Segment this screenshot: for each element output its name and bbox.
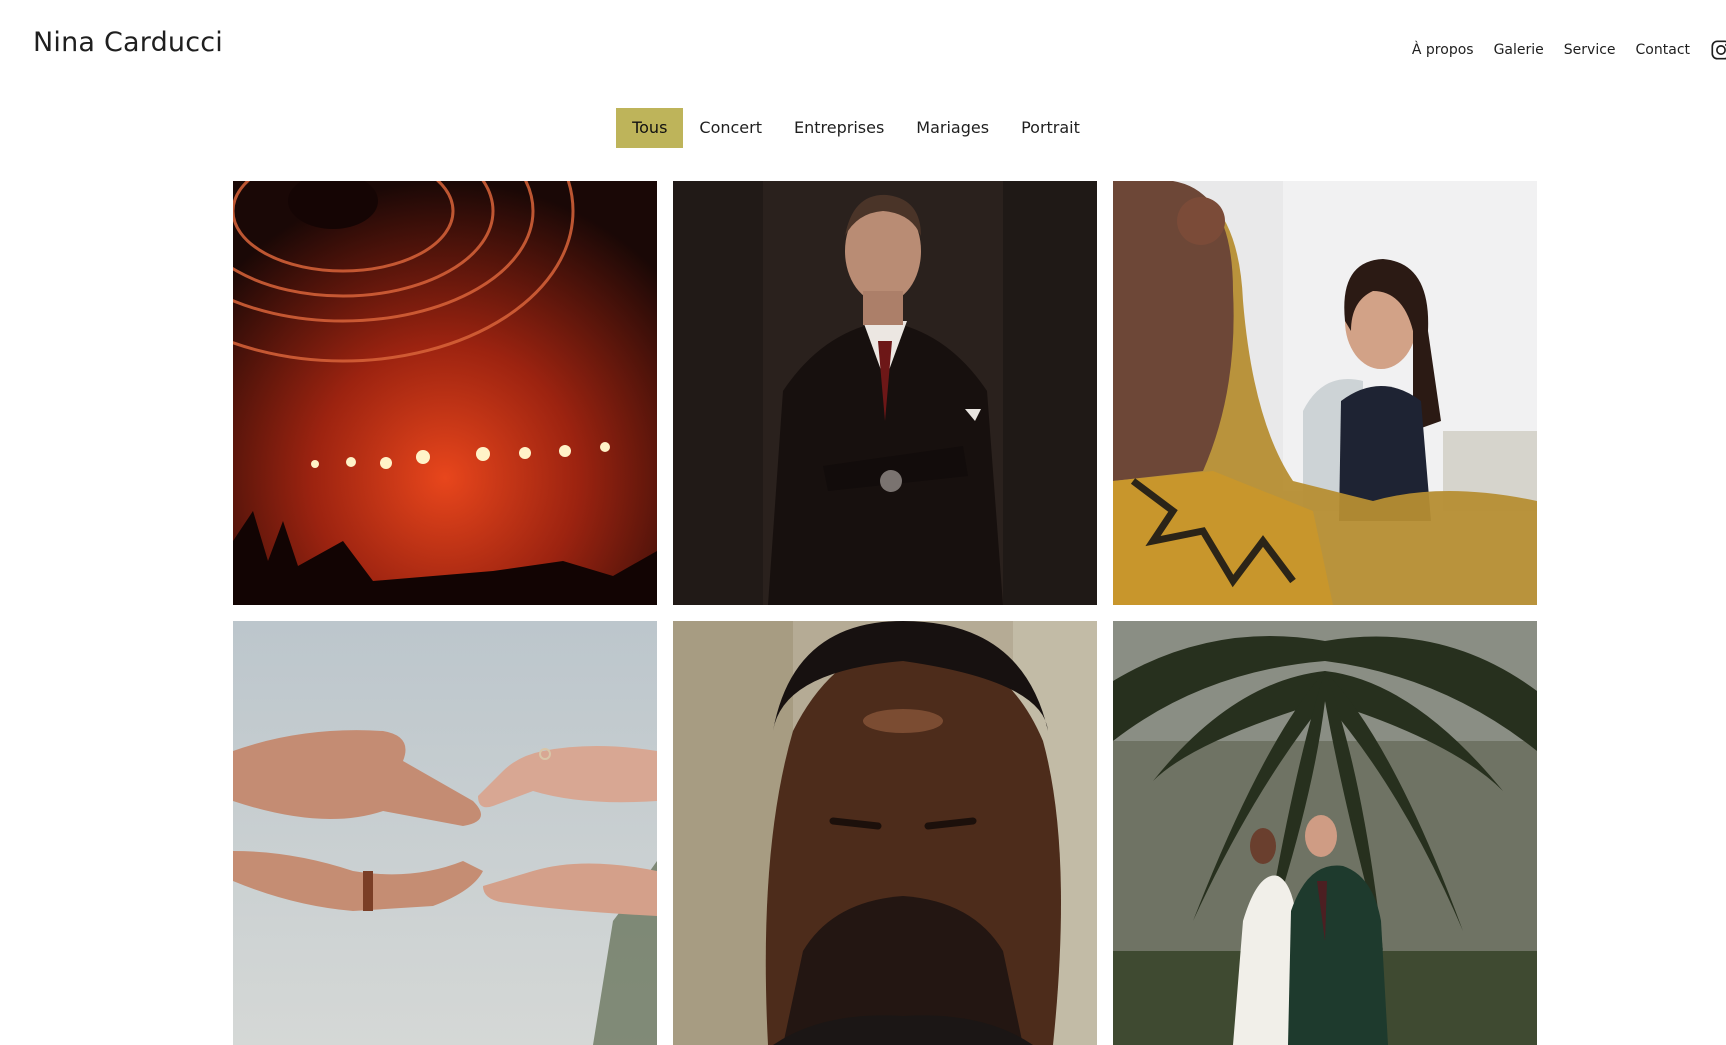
photo-gallery: [233, 181, 1537, 1045]
main-nav: À propos Galerie Service Contact: [1412, 39, 1726, 61]
filter-tous[interactable]: Tous: [616, 108, 684, 148]
filter-entreprises[interactable]: Entreprises: [778, 108, 900, 148]
nav-link-contact[interactable]: Contact: [1636, 42, 1690, 58]
gallery-photo-mariages-2[interactable]: [1113, 621, 1537, 1045]
instagram-icon[interactable]: [1710, 39, 1726, 61]
nav-link-galerie[interactable]: Galerie: [1494, 42, 1544, 58]
site-brand[interactable]: Nina Carducci: [33, 27, 223, 58]
site-header: Nina Carducci À propos Galerie Service C…: [0, 0, 1726, 90]
gallery-photo-mariages-1[interactable]: [233, 621, 657, 1045]
nav-link-service[interactable]: Service: [1564, 42, 1616, 58]
filter-concert[interactable]: Concert: [683, 108, 778, 148]
gallery-photo-entreprises-2[interactable]: [1113, 181, 1537, 605]
gallery-filters: Tous Concert Entreprises Mariages Portra…: [0, 108, 1726, 148]
gallery-photo-entreprises-1[interactable]: [673, 181, 1097, 605]
filter-mariages[interactable]: Mariages: [900, 108, 1005, 148]
gallery-photo-concert[interactable]: [233, 181, 657, 605]
nav-link-a-propos[interactable]: À propos: [1412, 42, 1474, 58]
gallery-photo-portrait[interactable]: [673, 621, 1097, 1045]
filter-portrait[interactable]: Portrait: [1005, 108, 1096, 148]
